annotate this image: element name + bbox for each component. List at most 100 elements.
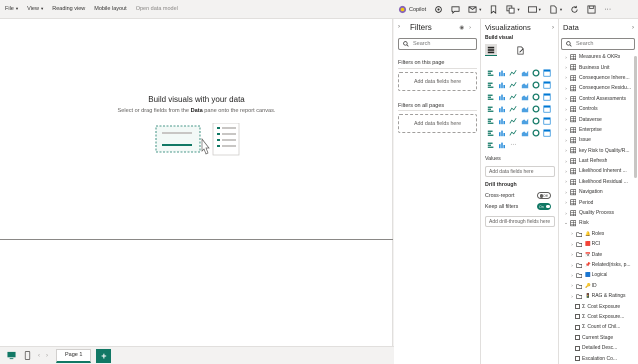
report-canvas[interactable]: Build visuals with your data Select or d…: [0, 19, 393, 346]
field-checkbox[interactable]: [575, 356, 580, 362]
menu-view[interactable]: View ▾: [27, 6, 43, 12]
more-icon[interactable]: ···: [508, 139, 519, 151]
key-influencers-icon[interactable]: [496, 127, 507, 139]
power-apps-icon[interactable]: [485, 139, 496, 151]
data-folder-item[interactable]: › 🔑 ID: [559, 281, 631, 291]
data-table-item[interactable]: › Control Assessments: [559, 94, 631, 104]
page-tab[interactable]: Page 1: [56, 348, 92, 363]
data-table-item[interactable]: › Last Refresh: [559, 156, 631, 166]
data-table-item[interactable]: › key Risk to Quality/R...: [559, 146, 631, 156]
data-folder-item[interactable]: › 🟥 RCI: [559, 239, 631, 249]
data-table-item[interactable]: › Controls: [559, 104, 631, 114]
field-checkbox[interactable]: [575, 304, 580, 310]
data-table-item[interactable]: › Enterprise: [559, 125, 631, 135]
build-visual-tab[interactable]: [485, 44, 497, 56]
data-scrollbar[interactable]: [634, 56, 637, 178]
multi-row-card-icon[interactable]: [485, 115, 496, 127]
100-stacked-column-icon[interactable]: [541, 67, 552, 79]
data-folder-item[interactable]: › 🟦 Logical: [559, 270, 631, 280]
chevron-right-icon[interactable]: ›: [632, 25, 634, 31]
data-search-box[interactable]: [561, 38, 635, 50]
data-field-item[interactable]: Σ Count of Chil...: [559, 322, 631, 332]
values-drop-zone[interactable]: Add data fields here: [485, 166, 555, 177]
clustered-column-icon[interactable]: [519, 67, 530, 79]
stacked-bar-icon[interactable]: [485, 67, 496, 79]
data-search-input[interactable]: [576, 41, 626, 47]
comment-button[interactable]: [451, 5, 460, 14]
line-icon[interactable]: [485, 79, 496, 91]
data-table-item[interactable]: › Consequence Residu...: [559, 83, 631, 93]
stacked-area-icon[interactable]: [508, 79, 519, 91]
line-column-icon[interactable]: [519, 79, 530, 91]
slicer-icon[interactable]: [508, 115, 519, 127]
chevron-right-icon[interactable]: ›: [552, 25, 554, 31]
ribbon-icon[interactable]: [541, 79, 552, 91]
add-page-button[interactable]: +: [96, 348, 112, 363]
desktop-view-icon[interactable]: [7, 351, 16, 360]
waterfall-icon[interactable]: [485, 91, 496, 103]
refresh-button[interactable]: [570, 5, 579, 14]
card-icon[interactable]: [541, 103, 552, 115]
data-field-item[interactable]: Escalation Co...: [559, 353, 631, 363]
r-visual-icon[interactable]: [541, 115, 552, 127]
table-icon[interactable]: [519, 115, 530, 127]
collapse-filters-icon[interactable]: ›: [398, 24, 400, 30]
area-icon[interactable]: [496, 79, 507, 91]
data-table-item[interactable]: › Dataverse: [559, 114, 631, 124]
subscribe-button[interactable]: ▾: [468, 5, 481, 14]
filters-search-input[interactable]: [413, 41, 469, 47]
field-checkbox[interactable]: [575, 324, 580, 330]
filters-this-page-drop-zone[interactable]: Add data fields here: [398, 72, 477, 91]
keep-all-filters-toggle[interactable]: On: [537, 203, 551, 210]
data-field-item[interactable]: Σ Cost Exposure...: [559, 312, 631, 322]
data-folder-item[interactable]: › 📌 Related(risks, p...: [559, 260, 631, 270]
menu-mobile-layout[interactable]: Mobile layout: [94, 6, 126, 12]
clustered-bar-icon[interactable]: [508, 67, 519, 79]
settings-button[interactable]: [434, 5, 443, 14]
power-automate-icon[interactable]: [496, 139, 507, 151]
export-button[interactable]: ▾: [549, 5, 562, 14]
paginated-icon[interactable]: [541, 127, 552, 139]
pie-icon[interactable]: [519, 91, 530, 103]
data-folder-item[interactable]: › 🔔 Roles: [559, 229, 631, 239]
field-checkbox[interactable]: [575, 314, 580, 320]
data-field-item[interactable]: Σ Cost Exposure: [559, 301, 631, 311]
smart-narrative-icon[interactable]: [530, 127, 541, 139]
stacked-column-icon[interactable]: [496, 67, 507, 79]
save-button[interactable]: [587, 5, 596, 14]
donut-icon[interactable]: [530, 91, 541, 103]
field-checkbox[interactable]: [575, 335, 580, 341]
data-field-item[interactable]: Current Stage: [559, 333, 631, 343]
menu-file[interactable]: File ▾: [5, 6, 18, 12]
menu-open-data-model[interactable]: Open data model: [136, 6, 178, 12]
cross-report-toggle[interactable]: Off: [537, 192, 551, 199]
mobile-view-icon[interactable]: [23, 351, 32, 360]
data-table-item[interactable]: › Period: [559, 197, 631, 207]
filters-all-pages-drop-zone[interactable]: Add data fields here: [398, 114, 477, 133]
drill-through-drop-zone[interactable]: Add drill-through fields here: [485, 216, 555, 227]
matrix-icon[interactable]: [530, 115, 541, 127]
decomposition-tree-icon[interactable]: [508, 127, 519, 139]
duplicate-button[interactable]: ▾: [506, 5, 520, 14]
filters-search-box[interactable]: [398, 38, 477, 50]
data-table-item[interactable]: › Measures & OKRs: [559, 52, 631, 62]
previous-page-icon[interactable]: ‹: [38, 353, 40, 359]
data-table-item[interactable]: › Likelihood Inherent ...: [559, 166, 631, 176]
eye-icon[interactable]: ◉: [459, 25, 469, 31]
data-folder-item[interactable]: › 📅 Date: [559, 249, 631, 259]
gauge-icon[interactable]: [530, 103, 541, 115]
data-field-item[interactable]: Detailed Desc...: [559, 343, 631, 353]
shape-map-icon[interactable]: [508, 103, 519, 115]
field-checkbox[interactable]: [575, 345, 580, 351]
bookmark-button[interactable]: [489, 5, 498, 14]
more-button[interactable]: ···: [604, 6, 611, 13]
chevron-right-icon[interactable]: ›: [469, 25, 476, 31]
100-stacked-bar-icon[interactable]: [530, 67, 541, 79]
data-table-item[interactable]: › Navigation: [559, 187, 631, 197]
filled-map-icon[interactable]: [496, 103, 507, 115]
data-table-item[interactable]: › Issue: [559, 135, 631, 145]
funnel-icon[interactable]: [496, 91, 507, 103]
map-icon[interactable]: [485, 103, 496, 115]
data-table-item[interactable]: › Consequence Inhere...: [559, 73, 631, 83]
data-table-item[interactable]: › Business Unit: [559, 62, 631, 72]
